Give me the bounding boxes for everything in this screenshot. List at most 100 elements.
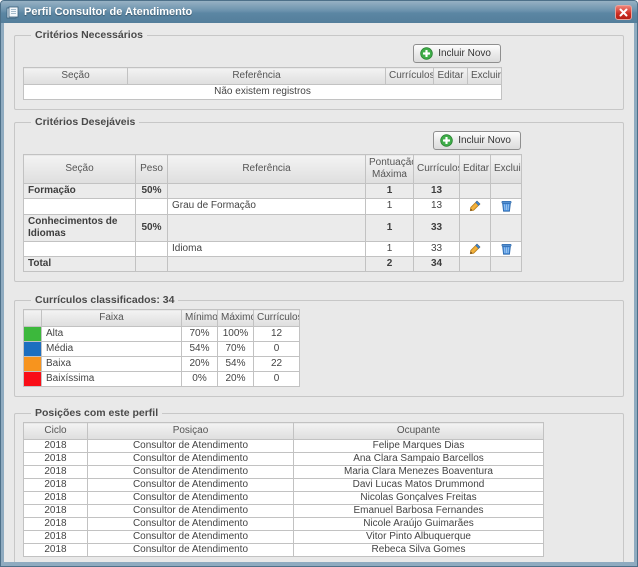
column-header: Ocupante: [294, 423, 544, 440]
cell-maximo: 20%: [218, 372, 254, 387]
column-header: Currículos: [414, 155, 460, 184]
section-criterios-necessarios: Critérios Necessários Incluir Novo: [14, 29, 624, 110]
header-row: Seção Referência Currículos Editar Exclu…: [24, 68, 502, 85]
cell-referencia: [168, 257, 366, 272]
cell-pontuacao: 1: [366, 199, 414, 215]
section-criterios-desejaveis: Critérios Desejáveis Incluir Novo: [14, 116, 624, 282]
table-row: 2018Consultor de AtendimentoAna Clara Sa…: [24, 453, 544, 466]
criterios-necessarios-table: Seção Referência Currículos Editar Exclu…: [23, 67, 502, 100]
cell-editar: [460, 214, 491, 241]
cell-secao: Formação: [24, 184, 136, 199]
cell-faixa: Média: [42, 342, 182, 357]
cell-peso: [136, 241, 168, 257]
column-header: Referência: [128, 68, 386, 85]
cell-faixa: Baixa: [42, 357, 182, 372]
table-row: 2018Consultor de AtendimentoDavi Lucas M…: [24, 479, 544, 492]
curriculos-classificados-body: Alta70%100%12Média54%70%0Baixa20%54%22Ba…: [24, 327, 300, 387]
incluir-novo-label: Incluir Novo: [438, 48, 491, 60]
cell-minimo: 54%: [182, 342, 218, 357]
faixa-color-swatch: [24, 372, 42, 387]
cell-posicao: Consultor de Atendimento: [88, 531, 294, 544]
edit-button[interactable]: [469, 200, 481, 212]
cell-posicao: Consultor de Atendimento: [88, 505, 294, 518]
cell-ocupante: Nicole Araújo Guimarães: [294, 518, 544, 531]
cell-excluir: [491, 257, 522, 272]
add-icon: [420, 47, 433, 60]
cell-editar: [460, 199, 491, 215]
cell-ciclo: 2018: [24, 544, 88, 557]
cell-ocupante: Ana Clara Sampaio Barcellos: [294, 453, 544, 466]
cell-referencia: [168, 184, 366, 199]
cell-secao: Conhecimentos de Idiomas: [24, 214, 136, 241]
cell-excluir: [491, 241, 522, 257]
column-header: Faixa: [42, 310, 182, 327]
pencil-icon: [469, 200, 481, 212]
delete-button[interactable]: [501, 243, 512, 255]
faixa-color-swatch: [24, 327, 42, 342]
table-row: Média54%70%0: [24, 342, 300, 357]
cell-referencia: Idioma: [168, 241, 366, 257]
faixa-color-swatch: [24, 357, 42, 372]
cell-ciclo: 2018: [24, 518, 88, 531]
table-row: Total234: [24, 257, 522, 272]
empty-row: Não existem registros: [24, 85, 502, 100]
header-row: Seção Peso Referência Pontuação Máxima C…: [24, 155, 522, 184]
column-header: Currículos: [254, 310, 300, 327]
column-header: Excluir: [468, 68, 502, 85]
table-row: Baixa20%54%22: [24, 357, 300, 372]
table-row: 2018Consultor de AtendimentoEmanuel Barb…: [24, 505, 544, 518]
dialog-window: Perfil Consultor de Atendimento Critério…: [0, 0, 638, 567]
cell-posicao: Consultor de Atendimento: [88, 479, 294, 492]
column-header: Excluir: [491, 155, 522, 184]
empty-message: Não existem registros: [24, 85, 502, 100]
pencil-icon: [469, 243, 481, 255]
cell-ciclo: 2018: [24, 505, 88, 518]
table-row: 2018Consultor de AtendimentoNicolas Gonç…: [24, 492, 544, 505]
cell-ciclo: 2018: [24, 492, 88, 505]
incluir-novo-button[interactable]: Incluir Novo: [433, 131, 521, 150]
cell-peso: 50%: [136, 184, 168, 199]
table-row: 2018Consultor de AtendimentoMaria Clara …: [24, 466, 544, 479]
cell-maximo: 100%: [218, 327, 254, 342]
cell-ciclo: 2018: [24, 466, 88, 479]
cell-maximo: 70%: [218, 342, 254, 357]
cell-peso: 50%: [136, 214, 168, 241]
column-header: Seção: [24, 68, 128, 85]
edit-button[interactable]: [469, 243, 481, 255]
cell-curriculos: 33: [414, 214, 460, 241]
faixa-color-swatch: [24, 342, 42, 357]
delete-button[interactable]: [501, 200, 512, 212]
table-row: Grau de Formação113: [24, 199, 522, 215]
cell-ocupante: Maria Clara Menezes Boaventura: [294, 466, 544, 479]
header-row: Ciclo Posiçao Ocupante: [24, 423, 544, 440]
cell-posicao: Consultor de Atendimento: [88, 453, 294, 466]
column-header: Ciclo: [24, 423, 88, 440]
cell-minimo: 20%: [182, 357, 218, 372]
cell-peso: [136, 199, 168, 215]
column-header: Editar: [460, 155, 491, 184]
cell-secao: [24, 241, 136, 257]
cell-ciclo: 2018: [24, 440, 88, 453]
table-row: 2018Consultor de AtendimentoFelipe Marqu…: [24, 440, 544, 453]
cell-posicao: Consultor de Atendimento: [88, 466, 294, 479]
cell-curriculos: 22: [254, 357, 300, 372]
table-row: Conhecimentos de Idiomas50%133: [24, 214, 522, 241]
close-button[interactable]: [615, 5, 632, 20]
cell-curriculos: 0: [254, 342, 300, 357]
cell-editar: [460, 257, 491, 272]
column-header: [24, 310, 42, 327]
window-icon: [6, 6, 19, 19]
cell-curriculos: 13: [414, 184, 460, 199]
table-row: Formação50%113: [24, 184, 522, 199]
cell-curriculos: 33: [414, 241, 460, 257]
column-header: Mínimo: [182, 310, 218, 327]
column-header: Referência: [168, 155, 366, 184]
table-row: Alta70%100%12: [24, 327, 300, 342]
table-row: 2018Consultor de AtendimentoVitor Pinto …: [24, 531, 544, 544]
cell-excluir: [491, 214, 522, 241]
header-row: Faixa Mínimo Máximo Currículos: [24, 310, 300, 327]
incluir-novo-button[interactable]: Incluir Novo: [413, 44, 501, 63]
table-row: 2018Consultor de AtendimentoRebeca Silva…: [24, 544, 544, 557]
cell-curriculos: 34: [414, 257, 460, 272]
column-header: Editar: [434, 68, 468, 85]
